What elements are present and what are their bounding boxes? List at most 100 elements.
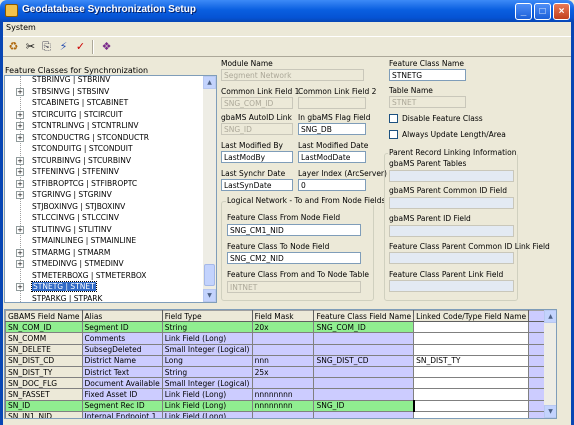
fc-name-field[interactable]: STNETG (389, 69, 466, 81)
grid-cell[interactable]: nnnnnnnn (251, 388, 315, 401)
tree-item[interactable]: + STFENINVG | STFENINV (5, 166, 203, 178)
grid-cell[interactable] (413, 377, 530, 390)
grid-cell[interactable]: SNG_ID (313, 399, 415, 412)
title-bar[interactable]: Geodatabase Synchronization Setup _ □ × (0, 0, 574, 22)
from-to-table-field[interactable]: INTNET (227, 281, 361, 293)
tree-item[interactable]: STCABINETG | STCABINET (5, 97, 203, 109)
grid-cell[interactable]: 20x (251, 321, 315, 334)
grid-cell[interactable]: SN_DIST_TY (5, 365, 83, 379)
table-name-field[interactable]: STNET (389, 96, 466, 108)
grid-cell[interactable]: SNG_COM_ID (313, 321, 415, 334)
grid-cell[interactable]: Document Available (81, 377, 163, 390)
grid-cell[interactable] (413, 365, 530, 379)
table-row[interactable]: SN_DIST_CD District Name Long nnn SNG_DIST_C… (5, 354, 556, 367)
table-row[interactable]: SN_FASSET Fixed Asset ID Link Field (Long)… (5, 388, 556, 401)
grid-cell[interactable] (313, 332, 415, 345)
grid-cell[interactable]: Link Field (Long) (161, 388, 253, 401)
field-mapping-grid[interactable]: GBAMS Field Name Alias Field Type Field Mas… (4, 309, 557, 419)
grid-cell[interactable] (313, 410, 415, 418)
grid-cell[interactable]: Comments (81, 332, 163, 345)
disable-fc-checkbox[interactable] (389, 114, 398, 123)
expand-icon[interactable]: + (16, 156, 24, 165)
tree-item[interactable]: + STLITINVG | STLITINV (5, 224, 203, 236)
grid-cell[interactable]: 25x (251, 365, 315, 379)
grid-column-header[interactable]: GBAMS Field Name (5, 310, 83, 323)
expand-icon[interactable]: + (16, 225, 24, 234)
copy-icon[interactable]: ⎘ (39, 39, 54, 54)
table-row[interactable]: SN_DOC_FLG Document Available Small Intege… (5, 377, 556, 390)
grid-cell[interactable]: Link Field (Long) (161, 399, 253, 412)
tree-item[interactable]: STLCCINVG | STLCCINV (5, 212, 203, 224)
expand-icon[interactable]: + (16, 168, 24, 176)
grid-column-header[interactable]: Field Mask (251, 310, 315, 323)
table-row[interactable]: SN_DIST_TY District Text String 25x (5, 365, 556, 379)
wand-icon[interactable]: ⚡ (56, 39, 71, 54)
maximize-button[interactable]: □ (534, 3, 551, 20)
grid-scrollbar[interactable]: ▲ ▼ (544, 310, 556, 418)
expand-icon[interactable]: + (16, 179, 24, 188)
grid-cell[interactable]: String (161, 321, 253, 334)
grid-cell[interactable] (251, 377, 315, 390)
tree-item[interactable]: STCONDUITG | STCONDUIT (5, 143, 203, 155)
parent-id-field[interactable] (389, 225, 514, 237)
grid-cell[interactable] (413, 388, 530, 401)
tree-item[interactable]: STPARKG | STPARK (5, 293, 203, 303)
grid-column-header[interactable]: Feature Class Field Name (313, 310, 415, 323)
grid-cell[interactable] (413, 321, 530, 334)
expand-icon[interactable]: + (16, 122, 24, 130)
close-button[interactable]: × (553, 3, 570, 20)
grid-scroll-down-icon[interactable]: ▼ (544, 405, 556, 418)
grid-cell[interactable] (251, 410, 315, 418)
grid-cell[interactable]: District Name (81, 354, 163, 367)
grid-cell[interactable]: Fixed Asset ID (81, 388, 163, 401)
tree-item[interactable]: + STMARMG | STMARM (5, 247, 203, 259)
common-link2-field[interactable] (298, 97, 366, 109)
tree-item[interactable]: + STCIRCUITG | STCIRCUIT (5, 109, 203, 121)
tree-item[interactable]: + STCNTRLINVG | STCNTRLINV (5, 120, 203, 132)
module-name-field[interactable]: Segment Network (221, 69, 364, 81)
last-mod-by-field[interactable]: LastModBy (221, 151, 293, 163)
grid-cell[interactable]: SN_DELETE (5, 343, 83, 356)
grid-scroll-up-icon[interactable]: ▲ (544, 310, 556, 323)
table-row[interactable]: SN_IN1_NID Internal Endpoint 1 Link Field … (5, 410, 556, 418)
grid-cell[interactable]: SN_FASSET (5, 388, 83, 401)
grid-cell[interactable] (251, 343, 315, 356)
grid-cell[interactable]: Small Integer (Logical) (161, 377, 253, 390)
expand-icon[interactable]: + (16, 133, 24, 142)
tree-item[interactable]: + STCURBINVG | STCURBINV (5, 155, 203, 167)
table-row[interactable]: SN_COM_ID Segment ID String 20x SNG_COM_ID (5, 321, 556, 334)
grid-cell[interactable] (313, 388, 415, 401)
expand-icon[interactable]: + (16, 110, 24, 119)
feature-class-tree[interactable]: STBRINVG | STBRINV + STBSINVG | STBSINV STC… (4, 75, 217, 303)
tree-item[interactable]: + STMEDINVG | STMEDINV (5, 258, 203, 270)
grid-cell[interactable]: SN_DIST_CD (5, 354, 83, 367)
sync-icon[interactable]: ♻ (6, 39, 21, 54)
flag-field[interactable]: SNG_DB (298, 123, 366, 135)
grid-cell[interactable]: District Text (81, 365, 163, 379)
grid-cell[interactable]: SubsegDeleted (81, 343, 163, 356)
grid-cell[interactable]: Segment Rec ID (81, 399, 163, 412)
last-mod-date-field[interactable]: LastModDate (298, 151, 366, 163)
table-row[interactable]: SN_ID Segment Rec ID Link Field (Long) nnnn… (5, 399, 556, 412)
grid-cell[interactable]: Segment ID (81, 321, 163, 334)
grid-cell[interactable]: SN_DIST_TY (413, 354, 530, 367)
tree-item[interactable]: + STGRINVG | STGRINV (5, 189, 203, 201)
tree-item[interactable]: + STFIBROPTCG | STFIBROPTC (5, 178, 203, 190)
expand-icon[interactable]: + (16, 260, 24, 268)
grid-column-header[interactable]: Linked Code/Type Field Name (413, 310, 530, 323)
grid-cell[interactable]: SN_DOC_FLG (5, 377, 83, 390)
always-update-checkbox[interactable] (389, 130, 398, 139)
grid-cell[interactable]: SN_ID (5, 399, 83, 412)
cut-icon[interactable]: ✂ (23, 39, 38, 54)
scroll-up-icon[interactable]: ▲ (203, 76, 216, 89)
grid-cell[interactable] (413, 343, 530, 356)
grid-cell[interactable] (313, 377, 415, 390)
grid-cell[interactable]: Internal Endpoint 1 (81, 410, 163, 418)
grid-cell[interactable] (313, 365, 415, 379)
fc-parent-common-field[interactable] (389, 252, 514, 264)
table-row[interactable]: SN_DELETE SubsegDeleted Small Integer (Log… (5, 343, 556, 356)
expand-icon[interactable]: + (16, 191, 24, 199)
minimize-button[interactable]: _ (515, 3, 532, 20)
expand-icon[interactable]: + (16, 283, 24, 291)
expand-icon[interactable]: + (16, 87, 24, 96)
